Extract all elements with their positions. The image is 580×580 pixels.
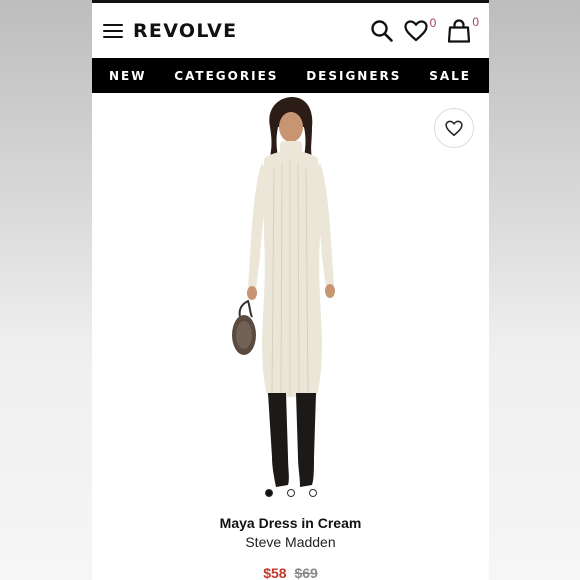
mobile-page: REVOLVE 0 0 NEW CATEGORIES DESIGNERS SAL… [92,0,489,580]
search-button[interactable] [370,19,394,43]
product-image [232,97,335,487]
heart-outline-icon [445,120,463,136]
cart-button[interactable]: 0 [448,15,479,43]
product-brand[interactable]: Steve Madden [92,534,489,550]
nav-item-designers[interactable]: DESIGNERS [306,69,401,83]
logo[interactable]: REVOLVE [133,20,237,42]
search-icon [370,19,393,42]
product-price: $58 $69 [92,565,489,580]
original-price: $69 [294,565,318,580]
product-name[interactable]: Maya Dress in Cream [92,515,489,531]
sale-price: $58 [263,565,287,580]
product-image-carousel[interactable] [92,93,489,505]
carousel-indicators [92,489,489,497]
product-info: Maya Dress in Cream Steve Madden $58 $69 [92,515,489,580]
wishlist-count: 0 [429,15,437,30]
nav-item-new[interactable]: NEW [109,69,146,83]
header-actions: 0 0 [370,15,479,43]
carousel-dot[interactable] [286,489,295,497]
favorite-button[interactable] [434,108,474,148]
main-nav: NEW CATEGORIES DESIGNERS SALE [92,58,489,93]
menu-icon[interactable] [103,23,123,38]
carousel-dot[interactable] [264,489,273,497]
top-header: REVOLVE 0 0 [92,0,489,58]
nav-item-categories[interactable]: CATEGORIES [174,69,278,83]
cart-count: 0 [472,14,479,29]
heart-icon [404,19,428,41]
nav-item-sale[interactable]: SALE [429,69,471,83]
carousel-dot[interactable] [308,489,317,497]
bag-icon [448,18,471,43]
wishlist-button[interactable]: 0 [404,16,436,42]
